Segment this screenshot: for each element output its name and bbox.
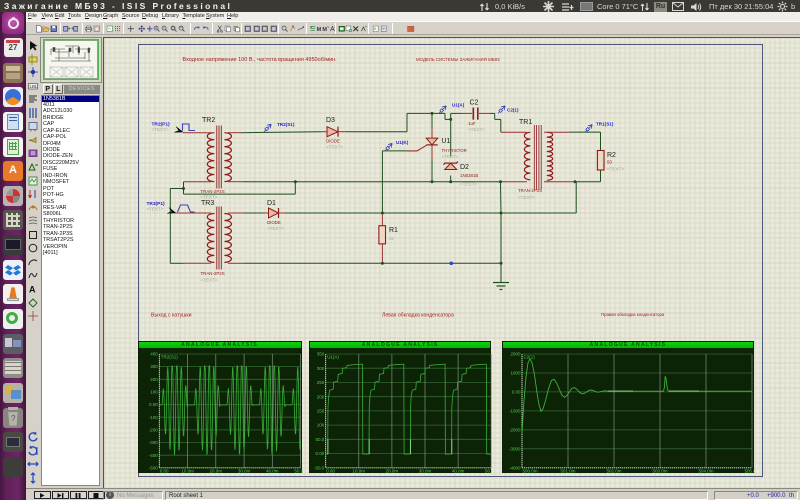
svg-text:<TEXT>: <TEXT> (442, 154, 459, 159)
svg-text:<TEXT>: <TEXT> (518, 195, 535, 200)
svg-text:R1: R1 (389, 227, 398, 234)
svg-text:-200: -200 (148, 428, 158, 433)
svg-text:1N5381B: 1N5381B (460, 173, 478, 178)
svg-text:-300: -300 (148, 440, 158, 445)
svg-text:U1(K): U1(K) (396, 140, 409, 145)
svg-text:300: 300 (150, 364, 158, 369)
svg-text:100: 100 (150, 390, 158, 395)
svg-text:20.0m: 20.0m (386, 469, 399, 474)
svg-text:504.0m: 504.0m (698, 469, 713, 474)
svg-text:50: 50 (607, 159, 612, 164)
svg-text:TR1: TR1 (519, 119, 532, 126)
svg-text:TR2: TR2 (202, 117, 215, 124)
svg-text:<TEXT>: <TEXT> (326, 144, 343, 149)
svg-text:200: 200 (150, 377, 158, 382)
svg-text:<TEXT>: <TEXT> (201, 277, 218, 282)
svg-text:D2: D2 (460, 164, 469, 171)
svg-text:M: M (316, 27, 321, 32)
svg-text:C2: C2 (470, 99, 479, 106)
svg-text:0.00: 0.00 (149, 402, 158, 407)
svg-text:M: M (322, 27, 327, 32)
svg-text:<TEXT>: <TEXT> (267, 226, 284, 231)
svg-text:20.0m: 20.0m (209, 469, 222, 474)
svg-text:<TEXT>: <TEXT> (152, 127, 169, 132)
svg-text:-4000: -4000 (509, 466, 521, 471)
svg-text:505.0m: 505.0m (744, 469, 755, 474)
svg-text:DIODE: DIODE (267, 220, 281, 225)
svg-text:150: 150 (317, 409, 325, 414)
svg-text:250: 250 (317, 380, 325, 385)
svg-text:R2: R2 (607, 152, 616, 159)
svg-text:U1: U1 (442, 138, 451, 145)
svg-text:40.0m: 40.0m (266, 469, 279, 474)
svg-text:2000: 2000 (510, 352, 521, 357)
svg-text:10.0m: 10.0m (353, 469, 366, 474)
svg-text:<TEXT>: <TEXT> (460, 181, 477, 186)
svg-text:THYRISTOR: THYRISTOR (442, 148, 467, 153)
svg-text:D3: D3 (326, 117, 335, 124)
svg-text:350: 350 (317, 352, 325, 357)
svg-text:40.0m: 40.0m (452, 469, 465, 474)
svg-text:10.0m: 10.0m (181, 469, 194, 474)
svg-text:-500: -500 (148, 466, 158, 471)
svg-text:200: 200 (317, 394, 325, 399)
svg-text:Входное напряжение 100 В., час: Входное напряжение 100 В., частота враще… (183, 57, 338, 63)
svg-text:-400: -400 (148, 453, 158, 458)
svg-text:100: 100 (317, 423, 325, 428)
svg-text:U1(A): U1(A) (327, 355, 339, 360)
svg-text:LBL: LBL (30, 84, 39, 89)
svg-text:C2(1): C2(1) (507, 107, 519, 112)
svg-text:TRAN-2P2S: TRAN-2P2S (201, 189, 225, 194)
svg-text:C2(1): C2(1) (524, 355, 536, 360)
svg-text:502.0m: 502.0m (606, 469, 621, 474)
svg-text:50.0: 50.0 (316, 437, 325, 442)
svg-text:-3000: -3000 (509, 447, 521, 452)
svg-text:<TEXT>: <TEXT> (201, 194, 218, 199)
svg-text:МОДЕЛЬ СИСТЕМЫ ЗАЖИГАНИЯ МБ93: МОДЕЛЬ СИСТЕМЫ ЗАЖИГАНИЯ МБ93 (416, 57, 500, 62)
svg-text:<TEXT>: <TEXT> (468, 127, 485, 132)
svg-text:DIODE: DIODE (326, 138, 340, 143)
svg-text:-1000: -1000 (509, 409, 521, 414)
svg-text:Выход с катушки: Выход с катушки (151, 312, 192, 318)
svg-text:0.00: 0.00 (326, 469, 335, 474)
svg-text:500.0m: 500.0m (523, 469, 538, 474)
svg-text:<TEXT>: <TEXT> (147, 206, 164, 211)
svg-text:<TEXT>: <TEXT> (607, 166, 624, 171)
svg-text:Правая обкладка конденсатора: Правая обкладка конденсатора (601, 312, 665, 317)
svg-text:501.0m: 501.0m (560, 469, 575, 474)
svg-text:50.0m: 50.0m (294, 469, 303, 474)
svg-text:400: 400 (150, 352, 158, 357)
svg-text:1k: 1k (389, 236, 394, 241)
svg-text:TR1(S1): TR1(S1) (596, 121, 614, 126)
svg-text:503.0m: 503.0m (652, 469, 667, 474)
svg-text:TRAN-2P2S: TRAN-2P2S (201, 271, 225, 276)
svg-text:Левая обкладка конденсатора: Левая обкладка конденсатора (382, 312, 454, 318)
svg-text:300: 300 (317, 366, 325, 371)
svg-text:30.0m: 30.0m (237, 469, 250, 474)
svg-text:30.0m: 30.0m (419, 469, 432, 474)
svg-text:TR2(S1): TR2(S1) (277, 122, 295, 127)
svg-text:50.0m: 50.0m (485, 469, 492, 474)
svg-text:A: A (29, 284, 36, 294)
svg-text:-2000: -2000 (509, 428, 521, 433)
svg-text:U1(A): U1(A) (452, 102, 465, 107)
svg-text:-100: -100 (148, 415, 158, 420)
svg-text:-50.0: -50.0 (314, 466, 325, 471)
svg-text:0.00: 0.00 (159, 469, 168, 474)
svg-text:D1: D1 (267, 200, 276, 207)
svg-text:TR3: TR3 (201, 200, 214, 207)
svg-text:1000: 1000 (510, 371, 521, 376)
svg-text:0.00: 0.00 (316, 451, 325, 456)
svg-text:1uF: 1uF (468, 121, 476, 126)
svg-text:TR2(S1): TR2(S1) (160, 355, 178, 360)
svg-text:0.00: 0.00 (512, 390, 521, 395)
svg-text:TRAN-2P2S: TRAN-2P2S (518, 188, 542, 193)
